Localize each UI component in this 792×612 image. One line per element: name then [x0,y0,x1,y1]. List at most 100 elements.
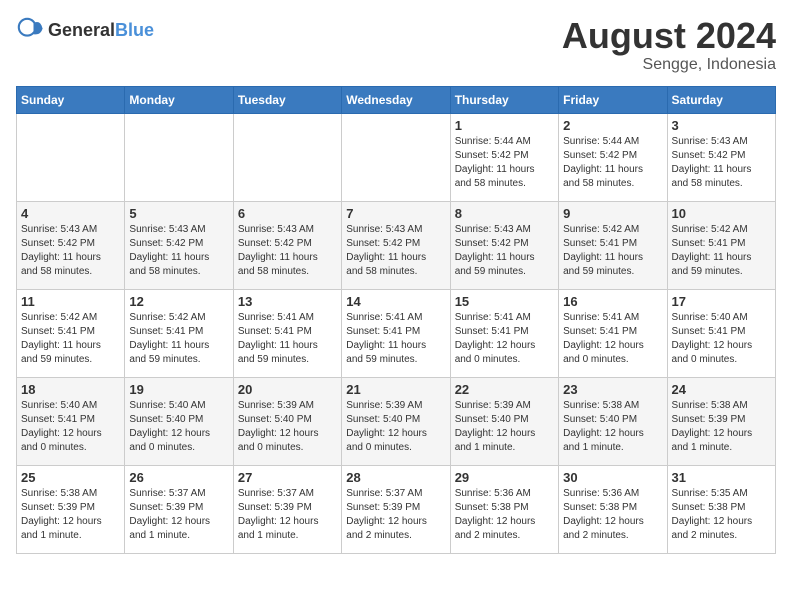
calendar-cell: 27Sunrise: 5:37 AM Sunset: 5:39 PM Dayli… [233,465,341,553]
cell-info: Sunrise: 5:38 AM Sunset: 5:39 PM Dayligh… [672,399,771,455]
calendar-cell: 1Sunrise: 5:44 AM Sunset: 5:42 PM Daylig… [450,113,558,201]
calendar-cell: 22Sunrise: 5:39 AM Sunset: 5:40 PM Dayli… [450,377,558,465]
calendar-table: SundayMondayTuesdayWednesdayThursdayFrid… [16,86,776,554]
cell-info: Sunrise: 5:43 AM Sunset: 5:42 PM Dayligh… [672,135,771,191]
calendar-cell: 2 Sunrise: 5:44 AM Sunset: 5:42 PM Daylig… [559,113,667,201]
calendar-week-2: 4 Sunrise: 5:43 AM Sunset: 5:42 PM Daylig… [17,201,776,289]
day-number: 4 [21,206,120,221]
weekday-header-friday: Friday [559,86,667,113]
calendar-week-1: 1 Sunrise: 5:44 AM Sunset: 5:42 PM Daylig… [17,113,776,201]
cell-info: Sunrise: 5:35 AM Sunset: 5:38 PM Dayligh… [672,487,771,543]
logo: GeneralBlue [16,16,154,44]
logo-icon [16,16,44,44]
calendar-week-5: 25Sunrise: 5:38 AM Sunset: 5:39 PM Dayli… [17,465,776,553]
calendar-cell: 26 Sunrise: 5:37 AM Sunset: 5:39 PM Dayli… [125,465,233,553]
calendar-cell: 14Sunrise: 5:41 AM Sunset: 5:41 PM Dayli… [342,289,450,377]
cell-info: Sunrise: 5:37 AM Sunset: 5:39 PM Dayligh… [238,487,337,543]
calendar-cell: 19 Sunrise: 5:40 AM Sunset: 5:40 PM Dayli… [125,377,233,465]
cell-info: Sunrise: 5:42 AM Sunset: 5:41 PM Dayligh… [563,223,662,279]
calendar-cell [342,113,450,201]
day-number: 2 [563,118,662,133]
calendar-cell: 5 Sunrise: 5:43 AM Sunset: 5:42 PM Daylig… [125,201,233,289]
weekday-header-wednesday: Wednesday [342,86,450,113]
day-number: 6 [238,206,337,221]
cell-info: Sunrise: 5:42 AM Sunset: 5:41 PM Dayligh… [129,311,228,367]
day-number: 3 [672,118,771,133]
calendar-cell: 4 Sunrise: 5:43 AM Sunset: 5:42 PM Daylig… [17,201,125,289]
day-number: 17 [672,294,771,309]
day-number: 23 [563,382,662,397]
weekday-header-sunday: Sunday [17,86,125,113]
cell-info: Sunrise: 5:41 AM Sunset: 5:41 PM Dayligh… [455,311,554,367]
cell-info: Sunrise: 5:41 AM Sunset: 5:41 PM Dayligh… [563,311,662,367]
cell-info: Sunrise: 5:42 AM Sunset: 5:41 PM Dayligh… [21,311,120,367]
calendar-cell: 7 Sunrise: 5:43 AM Sunset: 5:42 PM Daylig… [342,201,450,289]
day-number: 1 [455,118,554,133]
day-number: 5 [129,206,228,221]
location: Sengge, Indonesia [562,56,776,74]
day-number: 25 [21,470,120,485]
calendar-cell: 8Sunrise: 5:43 AM Sunset: 5:42 PM Daylig… [450,201,558,289]
calendar-cell: 6 Sunrise: 5:43 AM Sunset: 5:42 PM Daylig… [233,201,341,289]
calendar-cell: 17Sunrise: 5:40 AM Sunset: 5:41 PM Dayli… [667,289,775,377]
page-header: GeneralBlue August 2024 Sengge, Indonesi… [16,16,776,74]
cell-info: Sunrise: 5:38 AM Sunset: 5:40 PM Dayligh… [563,399,662,455]
cell-info: Sunrise: 5:39 AM Sunset: 5:40 PM Dayligh… [346,399,445,455]
calendar-week-3: 11Sunrise: 5:42 AM Sunset: 5:41 PM Dayli… [17,289,776,377]
day-number: 22 [455,382,554,397]
cell-info: Sunrise: 5:37 AM Sunset: 5:39 PM Dayligh… [346,487,445,543]
calendar-cell: 25Sunrise: 5:38 AM Sunset: 5:39 PM Dayli… [17,465,125,553]
logo-general-text: General [48,20,115,40]
day-number: 30 [563,470,662,485]
month-year: August 2024 [562,16,776,56]
calendar-week-4: 18Sunrise: 5:40 AM Sunset: 5:41 PM Dayli… [17,377,776,465]
calendar-cell [125,113,233,201]
day-number: 21 [346,382,445,397]
cell-info: Sunrise: 5:41 AM Sunset: 5:41 PM Dayligh… [238,311,337,367]
cell-info: Sunrise: 5:43 AM Sunset: 5:42 PM Dayligh… [21,223,120,279]
cell-info: Sunrise: 5:43 AM Sunset: 5:42 PM Dayligh… [346,223,445,279]
cell-info: Sunrise: 5:42 AM Sunset: 5:41 PM Dayligh… [672,223,771,279]
day-number: 15 [455,294,554,309]
calendar-cell: 16 Sunrise: 5:41 AM Sunset: 5:41 PM Dayli… [559,289,667,377]
cell-info: Sunrise: 5:43 AM Sunset: 5:42 PM Dayligh… [238,223,337,279]
calendar-cell: 3 Sunrise: 5:43 AM Sunset: 5:42 PM Daylig… [667,113,775,201]
day-number: 28 [346,470,445,485]
title-block: August 2024 Sengge, Indonesia [562,16,776,74]
day-number: 24 [672,382,771,397]
weekday-header-saturday: Saturday [667,86,775,113]
calendar-cell: 13 Sunrise: 5:41 AM Sunset: 5:41 PM Dayli… [233,289,341,377]
calendar-cell: 21 Sunrise: 5:39 AM Sunset: 5:40 PM Dayli… [342,377,450,465]
weekday-header-monday: Monday [125,86,233,113]
weekday-header-tuesday: Tuesday [233,86,341,113]
day-number: 31 [672,470,771,485]
day-number: 9 [563,206,662,221]
calendar-cell: 30 Sunrise: 5:36 AM Sunset: 5:38 PM Dayli… [559,465,667,553]
cell-info: Sunrise: 5:36 AM Sunset: 5:38 PM Dayligh… [455,487,554,543]
calendar-cell: 11Sunrise: 5:42 AM Sunset: 5:41 PM Dayli… [17,289,125,377]
cell-info: Sunrise: 5:43 AM Sunset: 5:42 PM Dayligh… [129,223,228,279]
cell-info: Sunrise: 5:36 AM Sunset: 5:38 PM Dayligh… [563,487,662,543]
cell-info: Sunrise: 5:43 AM Sunset: 5:42 PM Dayligh… [455,223,554,279]
calendar-cell: 23 Sunrise: 5:38 AM Sunset: 5:40 PM Dayli… [559,377,667,465]
calendar-cell: 31 Sunrise: 5:35 AM Sunset: 5:38 PM Dayli… [667,465,775,553]
day-number: 26 [129,470,228,485]
calendar-cell [17,113,125,201]
day-number: 12 [129,294,228,309]
calendar-cell: 28 Sunrise: 5:37 AM Sunset: 5:39 PM Dayli… [342,465,450,553]
day-number: 18 [21,382,120,397]
cell-info: Sunrise: 5:39 AM Sunset: 5:40 PM Dayligh… [238,399,337,455]
day-number: 20 [238,382,337,397]
day-number: 7 [346,206,445,221]
day-number: 13 [238,294,337,309]
cell-info: Sunrise: 5:37 AM Sunset: 5:39 PM Dayligh… [129,487,228,543]
day-number: 19 [129,382,228,397]
calendar-cell: 24 Sunrise: 5:38 AM Sunset: 5:39 PM Dayli… [667,377,775,465]
cell-info: Sunrise: 5:40 AM Sunset: 5:40 PM Dayligh… [129,399,228,455]
cell-info: Sunrise: 5:44 AM Sunset: 5:42 PM Dayligh… [563,135,662,191]
day-number: 14 [346,294,445,309]
day-number: 16 [563,294,662,309]
day-number: 10 [672,206,771,221]
calendar-cell: 12 Sunrise: 5:42 AM Sunset: 5:41 PM Dayli… [125,289,233,377]
calendar-cell: 9 Sunrise: 5:42 AM Sunset: 5:41 PM Daylig… [559,201,667,289]
